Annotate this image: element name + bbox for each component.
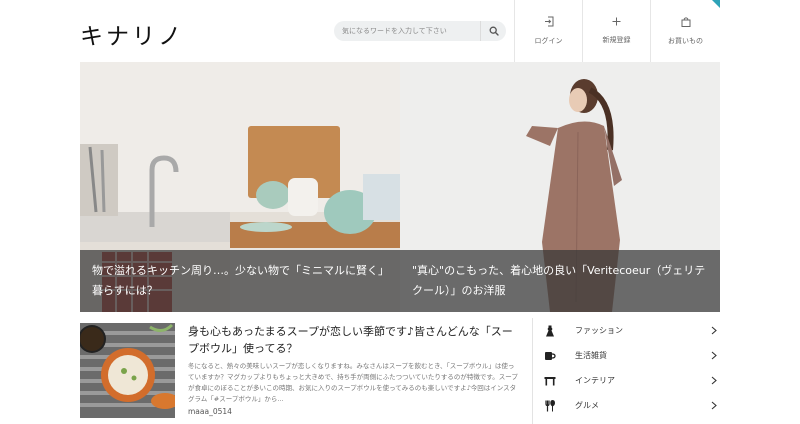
hero-card-kitchen[interactable]: 物で溢れるキッチン周り…。少ない物で「ミニマルに賢く」暮らすには？ <box>80 62 400 312</box>
search-icon <box>489 26 499 36</box>
login-icon <box>544 16 553 27</box>
chevron-right-icon <box>711 326 717 335</box>
hero-caption: 物で溢れるキッチン周り…。少ない物で「ミニマルに賢く」暮らすには？ <box>80 250 400 312</box>
dress-icon <box>546 325 554 336</box>
hero-caption: "真心"のこもった、着心地の良い「Veritecoeur（ヴェリテクール）」のお… <box>400 250 720 312</box>
shopping-label: お買いもの <box>668 36 703 45</box>
category-label: ファッション <box>575 326 623 335</box>
category-list: ファッション 生活雑貨 インテリア グルメ <box>532 318 720 424</box>
cutlery-icon <box>545 399 556 411</box>
category-label: インテリア <box>575 376 615 385</box>
article-author[interactable]: maaa_0514 <box>188 407 232 416</box>
login-label: ログイン <box>534 37 563 45</box>
plus-icon <box>612 17 621 26</box>
category-fashion[interactable]: ファッション <box>533 318 721 343</box>
category-gourmet[interactable]: グルメ <box>533 393 721 418</box>
category-interior[interactable]: インテリア <box>533 368 721 393</box>
search-box <box>334 21 506 41</box>
article-card[interactable]: 身も心もあったまるスープが恋しい季節です♪皆さんどんな「スープボウル」使ってる？… <box>80 323 520 424</box>
hero-card-fashion[interactable]: "真心"のこもった、着心地の良い「Veritecoeur（ヴェリテクール）」のお… <box>400 62 720 312</box>
article-thumbnail <box>80 323 175 418</box>
page: キナリノ ログイン 新規登録 <box>80 0 720 424</box>
category-label: 生活雑貨 <box>575 351 607 360</box>
register-label: 新規登録 <box>602 36 631 44</box>
hero-section: 物で溢れるキッチン周り…。少ない物で「ミニマルに賢く」暮らすには？ "真心"のこ… <box>80 62 720 312</box>
search-button[interactable] <box>480 21 506 41</box>
chevron-right-icon <box>711 376 717 385</box>
register-button[interactable]: 新規登録 <box>582 0 650 62</box>
login-button[interactable]: ログイン <box>514 0 582 62</box>
site-header: キナリノ ログイン 新規登録 <box>80 0 720 62</box>
category-goods[interactable]: 生活雑貨 <box>533 343 721 368</box>
site-logo[interactable]: キナリノ <box>80 17 184 51</box>
shopping-button[interactable]: お買いもの <box>650 0 720 62</box>
category-label: グルメ <box>575 401 599 410</box>
table-icon <box>544 376 556 385</box>
search-input[interactable] <box>342 21 480 41</box>
mug-icon <box>545 351 556 360</box>
shopping-bag-icon <box>681 16 690 27</box>
chevron-right-icon <box>711 351 717 360</box>
article-description: 冬になると、熱々の美味しいスープが恋しくなりますね。みなさんはスープを飲むとき、… <box>188 362 518 403</box>
corner-accent <box>712 0 720 8</box>
article-title: 身も心もあったまるスープが恋しい季節です♪皆さんどんな「スープボウル」使ってる？ <box>188 325 513 355</box>
chevron-right-icon <box>711 401 717 410</box>
